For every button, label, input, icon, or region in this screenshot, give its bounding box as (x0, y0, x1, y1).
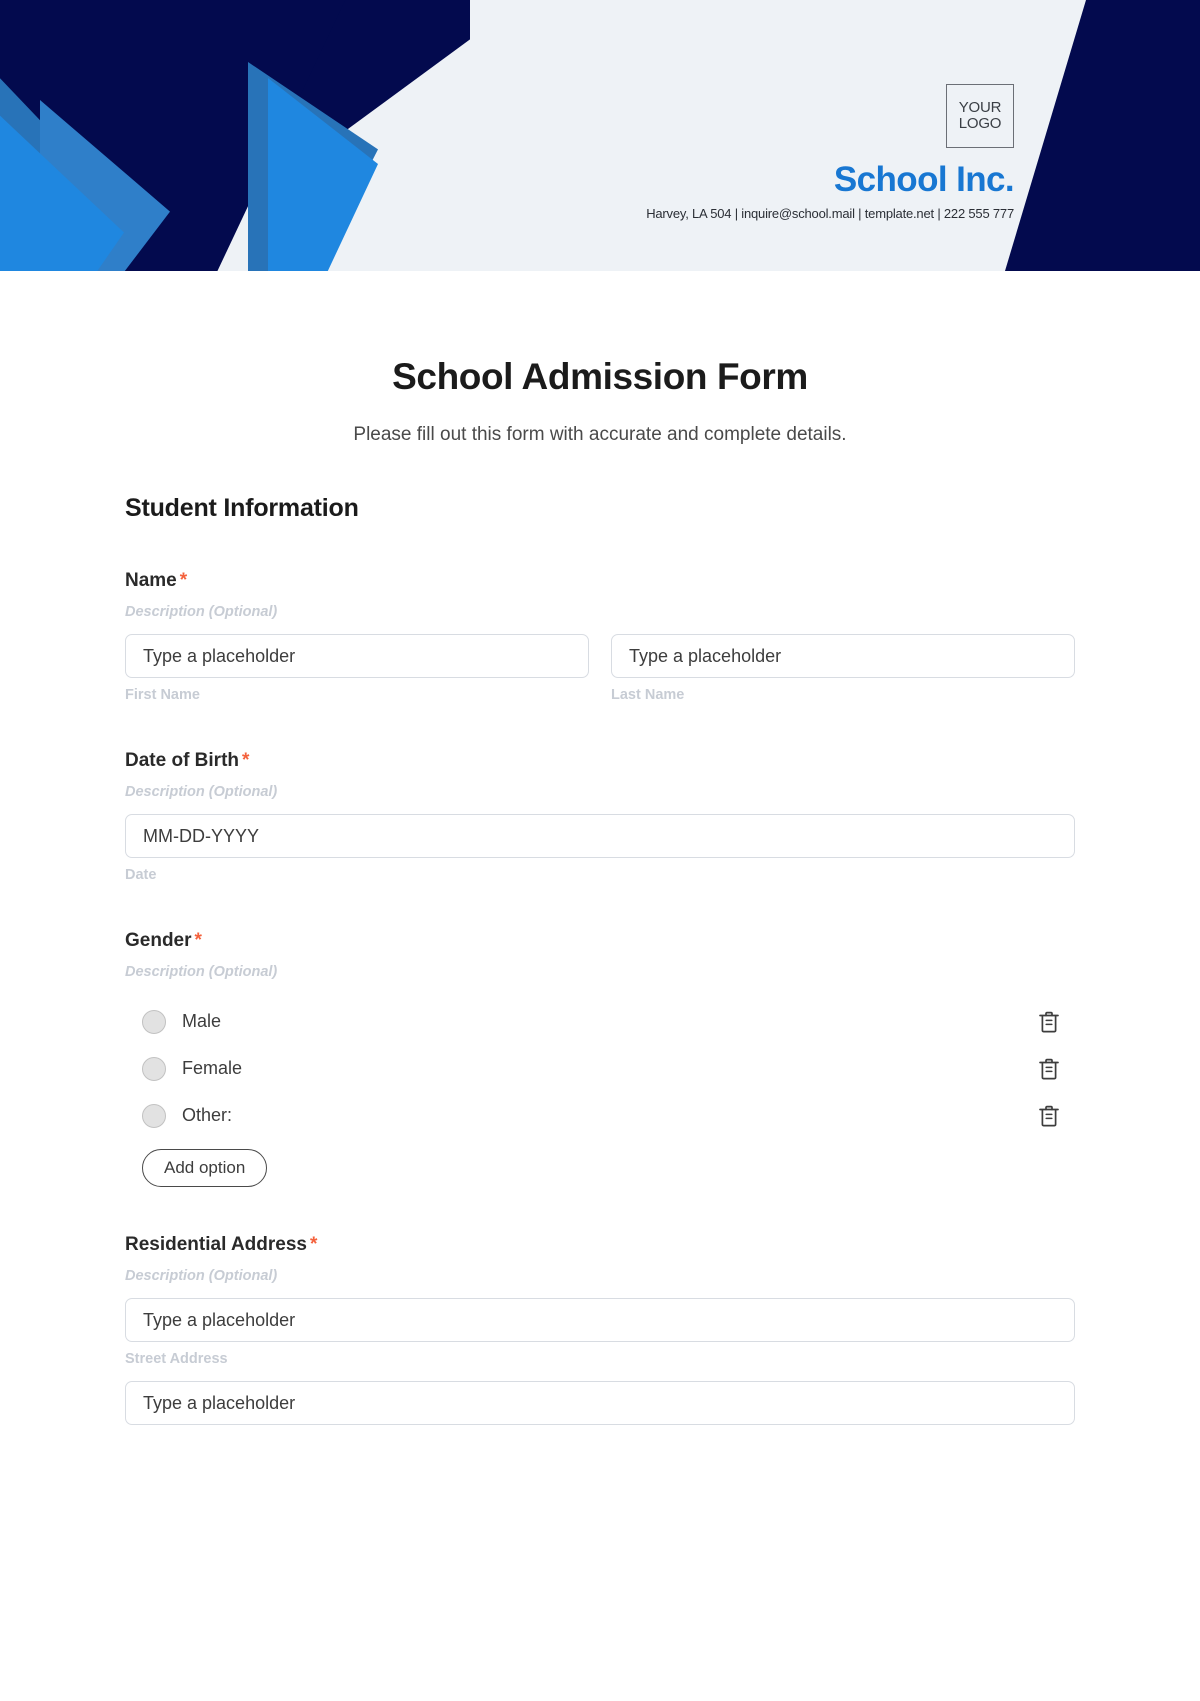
required-asterisk: * (309, 1234, 318, 1255)
name-inputs-row: First Name Last Name (125, 634, 1075, 703)
page-subtitle: Please fill out this form with accurate … (353, 424, 847, 445)
field-description-address: Description (Optional) (125, 1268, 278, 1284)
gender-option-list: Male Female Other: Add option (125, 998, 1075, 1187)
radio-button-female[interactable] (142, 1056, 166, 1081)
last-name-col: Last Name (611, 634, 1075, 703)
required-asterisk: * (242, 750, 250, 771)
first-name-input[interactable] (125, 634, 589, 678)
page-root: YOUR LOGO School Inc. Harvey, LA 504 | i… (0, 0, 1200, 1701)
gender-option-label: Other: (182, 1105, 233, 1125)
field-description-name: Description (Optional) (125, 604, 278, 620)
dob-input-wrap: Date (125, 814, 1075, 883)
trash-icon[interactable] (1036, 1009, 1062, 1035)
field-label-address-text: Residential Address (125, 1234, 307, 1255)
gender-option-row[interactable]: Male (125, 998, 1075, 1045)
header-shape-navy-right (1002, 0, 1200, 271)
required-asterisk: * (194, 930, 202, 951)
field-gender: Gender * Description (Optional) Male Fem… (125, 930, 1075, 1187)
field-label-date-of-birth: Date of Birth * (125, 750, 1075, 772)
last-name-sub-label: Last Name (611, 687, 685, 703)
gender-option-label: Female (182, 1058, 243, 1078)
field-residential-address: Residential Address * Description (Option… (125, 1234, 1075, 1425)
gender-option-row[interactable]: Female (125, 1045, 1075, 1092)
field-label-dob-text: Date of Birth (125, 750, 239, 771)
brand-contact-line: Harvey, LA 504 | inquire@school.mail | t… (646, 206, 1014, 221)
field-date-of-birth: Date of Birth* Description (Optional) Da… (125, 750, 1075, 883)
your-logo-placeholder: YOUR LOGO (946, 84, 1014, 148)
field-description-gender: Description (Optional) (125, 964, 278, 980)
form-body: School Admission Form Please fill out th… (0, 356, 1200, 1425)
address-line2-input[interactable] (125, 1381, 1075, 1425)
radio-button-other[interactable] (142, 1103, 166, 1128)
date-of-birth-input[interactable] (125, 814, 1075, 858)
gender-option-label: Male (182, 1011, 222, 1031)
logo-line-2: LOGO (958, 115, 1002, 132)
field-label-gender: Gender * (125, 930, 1075, 952)
street-address-sub-label: Street Address (125, 1351, 228, 1367)
field-label-name-text: Name (125, 570, 177, 591)
dob-sub-label: Date (125, 867, 157, 883)
street-address-wrap: Street Address (125, 1298, 1075, 1367)
page-title: School Admission Form (392, 356, 808, 397)
header-banner: YOUR LOGO School Inc. Harvey, LA 504 | i… (0, 0, 1200, 271)
street-address-input[interactable] (125, 1298, 1075, 1342)
brand-name: School Inc. (833, 160, 1015, 199)
logo-line-1: YOUR (958, 98, 1002, 116)
add-option-button[interactable]: Add option (142, 1149, 268, 1187)
section-title-student-information: Student Information (125, 494, 359, 522)
field-label-residential-address: Residential Address * (125, 1234, 1075, 1256)
last-name-input[interactable] (611, 634, 1075, 678)
required-asterisk: * (179, 570, 188, 591)
trash-icon[interactable] (1036, 1056, 1062, 1082)
field-label-gender-text: Gender (125, 930, 192, 951)
field-description-dob: Description (Optional) (125, 784, 278, 800)
radio-button-male[interactable] (142, 1009, 166, 1034)
first-name-sub-label: First Name (125, 687, 200, 703)
trash-icon[interactable] (1036, 1103, 1062, 1129)
brand-block: YOUR LOGO School Inc. Harvey, LA 504 | i… (646, 84, 1015, 221)
first-name-col: First Name (125, 634, 589, 703)
field-name: Name* Description (Optional) First Name … (125, 570, 1075, 703)
gender-option-row[interactable]: Other: (125, 1092, 1075, 1139)
address-line2-wrap (125, 1381, 1075, 1425)
field-label-name: Name * (125, 570, 1075, 592)
